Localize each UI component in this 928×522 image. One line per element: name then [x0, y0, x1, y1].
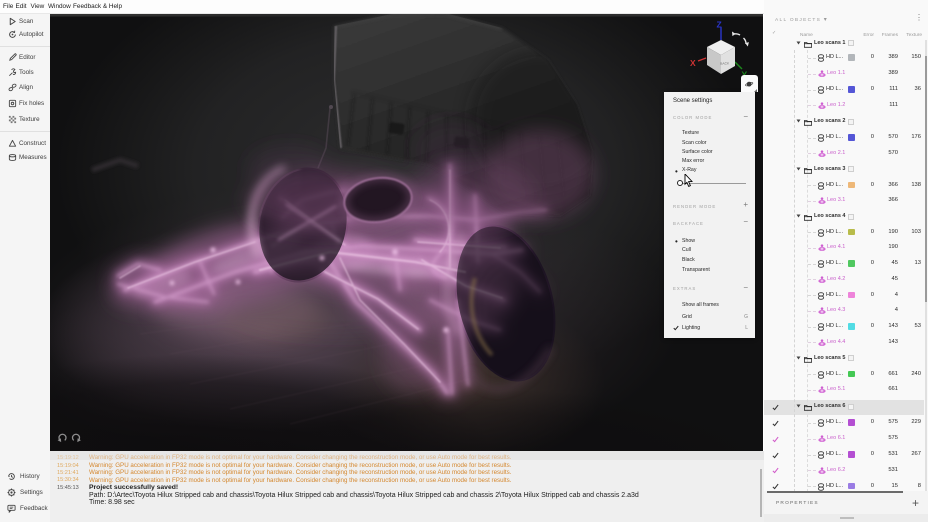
svg-text:X: X [690, 58, 696, 68]
svg-text:BACK: BACK [720, 61, 730, 66]
svg-text:Z: Z [717, 20, 722, 30]
